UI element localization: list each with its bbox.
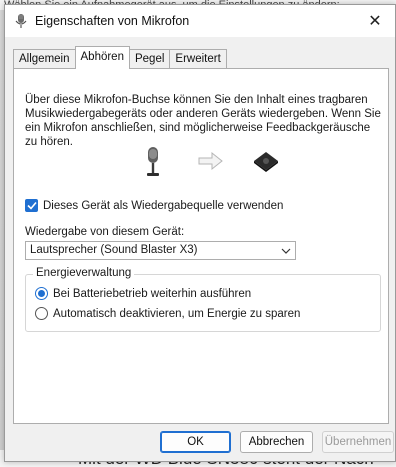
apply-button[interactable]: Übernehmen — [322, 431, 394, 453]
sound-device-icon — [254, 152, 278, 172]
listen-checkbox-label: Dieses Gerät als Wiedergabequelle verwen… — [43, 199, 284, 212]
tab-strip: Allgemein Abhören Pegel Erweitert — [13, 46, 227, 69]
listen-checkbox-row[interactable]: Dieses Gerät als Wiedergabequelle verwen… — [25, 199, 283, 212]
close-button[interactable]: ✕ — [355, 5, 395, 37]
power-option-radio[interactable] — [35, 307, 48, 320]
listen-description: Über diese Mikrofon-Buchse können Sie de… — [25, 94, 381, 148]
power-option-label: Automatisch deaktivieren, um Energie zu … — [53, 307, 301, 320]
playback-device-value: Lautsprecher (Sound Blaster X3) — [30, 244, 198, 256]
power-management-group: Energieverwaltung Bei Batteriebetrieb we… — [25, 267, 381, 332]
properties-dialog: Eigenschaften von Mikrofon ✕ Allgemein A… — [4, 4, 396, 462]
window-title: Eigenschaften von Mikrofon — [35, 14, 190, 28]
listen-illustration — [144, 146, 294, 178]
playback-device-select[interactable]: Lautsprecher (Sound Blaster X3) — [25, 241, 296, 260]
power-option-keep-running[interactable]: Bei Batteriebetrieb weiterhin ausführen — [35, 287, 251, 300]
close-icon: ✕ — [368, 13, 382, 30]
ok-button[interactable]: OK — [160, 431, 231, 453]
tab-abhoeren[interactable]: Abhören — [74, 46, 130, 69]
microphone-icon — [147, 147, 159, 176]
playback-device-label: Wiedergabe von diesem Gerät: — [25, 226, 185, 238]
title-bar[interactable]: Eigenschaften von Mikrofon ✕ — [5, 5, 395, 37]
check-icon — [26, 201, 37, 210]
power-option-radio[interactable] — [35, 287, 48, 300]
tab-erweitert[interactable]: Erweitert — [169, 49, 227, 69]
power-option-auto-disable[interactable]: Automatisch deaktivieren, um Energie zu … — [35, 307, 300, 320]
chevron-down-icon — [277, 242, 295, 259]
tab-allgemein[interactable]: Allgemein — [13, 49, 76, 69]
power-option-label: Bei Batteriebetrieb weiterhin ausführen — [53, 287, 252, 300]
power-management-title: Energieverwaltung — [33, 267, 135, 279]
dialog-buttons: OK Abbrechen Übernehmen — [5, 431, 395, 453]
tab-panel-abhoeren: Über diese Mikrofon-Buchse können Sie de… — [13, 68, 389, 424]
arrow-right-icon — [198, 151, 223, 171]
tab-pegel[interactable]: Pegel — [128, 49, 171, 69]
cancel-button[interactable]: Abbrechen — [240, 431, 313, 453]
listen-checkbox[interactable] — [25, 199, 38, 212]
microphone-icon — [14, 13, 28, 29]
